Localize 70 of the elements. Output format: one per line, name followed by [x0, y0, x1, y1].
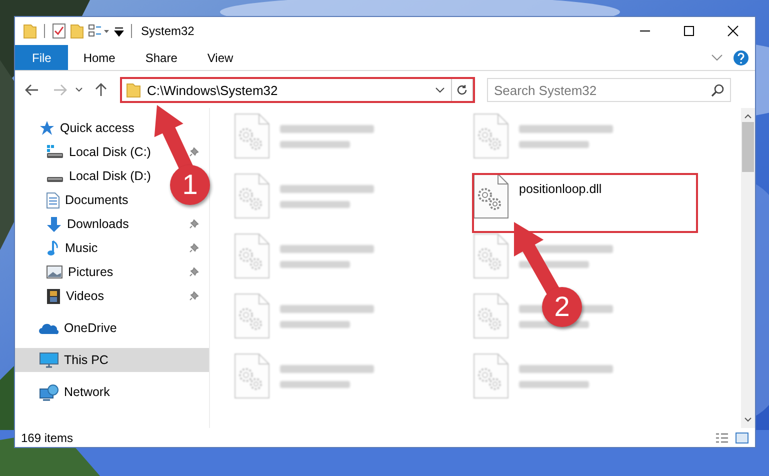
gear-file-icon	[473, 293, 509, 339]
gear-file-icon	[234, 233, 270, 279]
file-name[interactable]: positionloop.dll	[519, 182, 602, 196]
nav-item[interactable]: Documents	[15, 188, 128, 212]
music-note-icon	[46, 240, 60, 256]
blurred-label	[519, 141, 589, 148]
nav-item[interactable]: Music	[15, 236, 209, 260]
gear-file-icon	[234, 353, 270, 399]
pin-icon[interactable]	[189, 243, 199, 253]
item-count: 169 items	[21, 430, 74, 444]
chevron-down-icon[interactable]	[75, 87, 83, 93]
blurred-label	[280, 381, 350, 388]
list-view-icon[interactable]	[88, 24, 110, 38]
scrollbar-thumb[interactable]	[742, 122, 754, 172]
drive-icon	[46, 176, 64, 182]
pin-icon[interactable]	[189, 147, 199, 157]
tiles-view-icon[interactable]	[735, 432, 749, 444]
chevron-down-icon[interactable]	[435, 87, 445, 93]
gear-file-icon	[473, 353, 509, 399]
pin-icon[interactable]	[189, 267, 199, 277]
nav-item[interactable]: Pictures	[15, 260, 209, 284]
help-icon[interactable]	[733, 50, 749, 66]
ribbon-tab[interactable]: Home	[68, 45, 130, 70]
gear-file-icon	[473, 233, 509, 279]
blurred-label	[280, 201, 350, 208]
search-field[interactable]: Search System32	[487, 78, 731, 102]
dropdown-icon[interactable]	[114, 25, 124, 37]
gear-file-icon	[473, 113, 509, 159]
nav-item[interactable]: OneDrive	[15, 316, 209, 340]
document-icon	[46, 192, 60, 208]
cloud-icon	[39, 321, 59, 335]
maximize-icon[interactable]	[683, 25, 695, 37]
folder-icon	[126, 82, 142, 98]
gear-file-icon	[234, 113, 270, 159]
blurred-label	[280, 321, 350, 328]
nav-item[interactable]: Network	[15, 380, 209, 404]
window-title: System32	[141, 24, 194, 38]
blurred-label	[280, 261, 350, 268]
monitor-icon	[39, 352, 59, 368]
download-icon	[46, 216, 62, 232]
gear-file-icon	[234, 293, 270, 339]
back-arrow-icon[interactable]	[25, 84, 39, 96]
drive-icon	[46, 144, 64, 160]
details-view-icon[interactable]	[715, 432, 729, 444]
search-icon[interactable]	[711, 84, 724, 97]
ribbon-tab[interactable]: Share	[130, 45, 192, 70]
checklist-icon[interactable]	[52, 23, 66, 39]
scroll-down-icon[interactable]	[744, 416, 752, 424]
nav-item[interactable]: This PC	[15, 348, 209, 372]
nav-item[interactable]: Quick access	[15, 116, 209, 140]
picture-icon	[46, 265, 63, 279]
file-menu-tab[interactable]: File	[15, 45, 68, 70]
film-icon	[46, 288, 61, 304]
blurred-label	[280, 141, 350, 148]
scroll-up-icon[interactable]	[744, 112, 752, 120]
star-icon	[39, 120, 55, 136]
scrollbar[interactable]	[741, 108, 755, 428]
nav-item[interactable]: Downloads	[15, 212, 209, 236]
nav-item[interactable]: Local Disk (D:)	[15, 164, 151, 188]
close-icon[interactable]	[727, 25, 739, 37]
pin-icon[interactable]	[189, 219, 199, 229]
blurred-label	[519, 381, 589, 388]
gear-file-icon	[473, 173, 509, 219]
network-icon	[39, 384, 59, 400]
ribbon-tab[interactable]: View	[192, 45, 248, 70]
refresh-icon[interactable]	[456, 84, 468, 96]
pin-icon[interactable]	[189, 291, 199, 301]
gear-file-icon	[234, 173, 270, 219]
up-arrow-icon[interactable]	[95, 83, 107, 97]
nav-item[interactable]: Videos	[15, 284, 209, 308]
